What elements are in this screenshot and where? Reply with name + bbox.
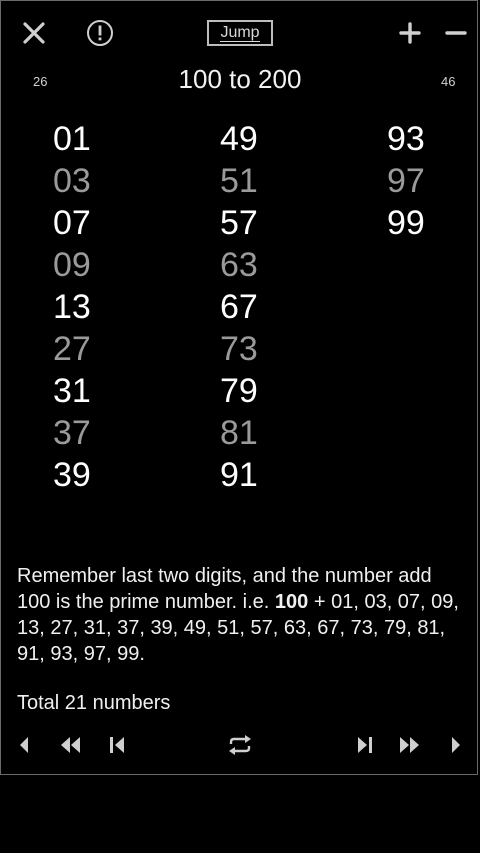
- number-cell: 63: [220, 246, 258, 284]
- previous-button[interactable]: [12, 727, 36, 763]
- number-cell: 49: [220, 120, 258, 158]
- number-cell: 03: [53, 162, 91, 200]
- close-icon: [23, 22, 45, 44]
- zoom-out-button[interactable]: [442, 19, 470, 47]
- info-button[interactable]: [86, 19, 114, 47]
- next-button[interactable]: [444, 727, 468, 763]
- number-cell: 73: [220, 330, 258, 368]
- skip-first-button[interactable]: [104, 727, 130, 763]
- fast-forward-button[interactable]: [396, 727, 424, 763]
- number-cell: 93: [387, 120, 425, 158]
- number-cell: 99: [387, 204, 425, 242]
- next-count: 46: [441, 74, 456, 89]
- jump-button-label: Jump: [220, 24, 260, 42]
- number-cell: 37: [53, 414, 91, 452]
- fast-forward-icon: [400, 737, 419, 753]
- prev-icon: [20, 737, 28, 753]
- number-cell: 31: [53, 372, 91, 410]
- number-cell: 39: [53, 456, 91, 494]
- total-count: Total 21 numbers: [17, 692, 171, 714]
- number-cell: 09: [53, 246, 91, 284]
- number-cell: 51: [220, 162, 258, 200]
- bottom-navigation: [0, 727, 480, 763]
- rewind-icon: [61, 737, 80, 753]
- minus-icon: [445, 31, 467, 35]
- number-column-3: 93 97 99: [387, 118, 480, 244]
- description-text: Remember last two digits, and the number…: [17, 563, 467, 667]
- rewind-button[interactable]: [56, 727, 84, 763]
- range-title: 100 to 200: [178, 64, 302, 94]
- top-toolbar: Jump: [0, 0, 480, 66]
- number-cell: 81: [220, 414, 258, 452]
- zoom-in-button[interactable]: [396, 19, 424, 47]
- prev-count: 26: [33, 74, 48, 89]
- number-cell: 01: [53, 120, 91, 158]
- repeat-button[interactable]: [224, 727, 256, 763]
- next-icon: [452, 737, 460, 753]
- repeat-icon: [229, 735, 251, 755]
- jump-button[interactable]: Jump: [207, 20, 273, 46]
- number-cell: 07: [53, 204, 91, 242]
- number-cell: 27: [53, 330, 91, 368]
- description-bold-number: 100: [274, 591, 309, 613]
- skip-last-icon: [358, 737, 372, 753]
- number-cell: 57: [220, 204, 258, 242]
- number-cell: 79: [220, 372, 258, 410]
- number-cell: 97: [387, 162, 425, 200]
- skip-last-button[interactable]: [352, 727, 378, 763]
- number-column-1: 01 03 07 09 13 27 31 37 39: [53, 118, 153, 496]
- skip-first-icon: [110, 737, 124, 753]
- number-column-2: 49 51 57 63 67 73 79 81 91: [220, 118, 320, 496]
- plus-icon: [399, 22, 421, 44]
- info-icon: [87, 20, 113, 46]
- number-cell: 67: [220, 288, 258, 326]
- number-cell: 13: [53, 288, 91, 326]
- number-cell: 91: [220, 456, 258, 494]
- close-button[interactable]: [20, 19, 48, 47]
